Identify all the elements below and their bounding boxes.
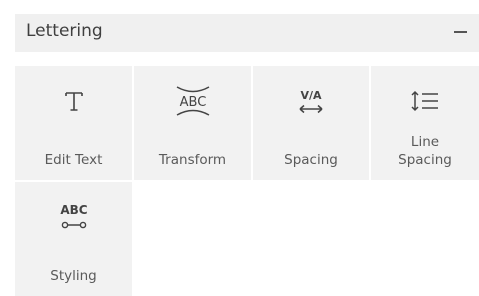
minus-icon[interactable] [454, 31, 467, 33]
transform-label: Transform [158, 152, 227, 168]
panel-title: Lettering [26, 21, 103, 41]
line-spacing-label-line1: Line [410, 134, 440, 150]
text-t-icon [15, 84, 132, 118]
line-spacing-button[interactable]: Line Spacing [371, 66, 479, 180]
lettering-panel-header[interactable]: Lettering [15, 14, 479, 52]
text-styling-icon: ABC [15, 200, 132, 234]
transform-button[interactable]: ABC Transform [134, 66, 251, 180]
svg-text:ABC: ABC [179, 95, 206, 110]
svg-text:ABC: ABC [60, 203, 87, 217]
letter-spacing-icon: V/A [253, 84, 369, 118]
spacing-label: Spacing [284, 152, 338, 168]
edit-text-label: Edit Text [44, 152, 103, 168]
styling-label: Styling [50, 268, 97, 284]
spacing-button[interactable]: V/A Spacing [253, 66, 369, 180]
line-spacing-label-line2: Spacing [398, 152, 452, 168]
line-spacing-icon [371, 84, 479, 118]
styling-button[interactable]: ABC Styling [15, 182, 132, 296]
svg-text:V/A: V/A [300, 89, 322, 102]
edit-text-button[interactable]: Edit Text [15, 66, 132, 180]
text-transform-icon: ABC [134, 84, 251, 118]
